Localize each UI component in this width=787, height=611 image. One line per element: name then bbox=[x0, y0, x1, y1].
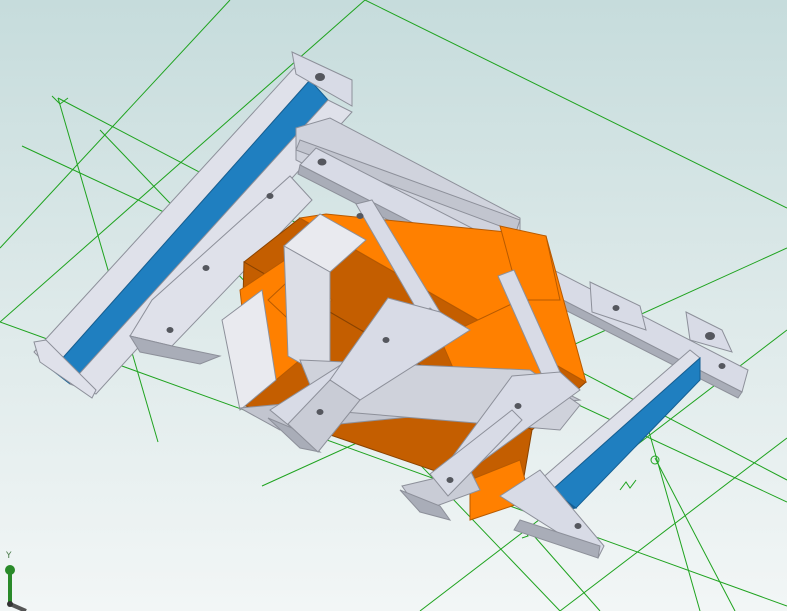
bolt-hole-icon bbox=[266, 193, 274, 199]
bolt-hole-icon bbox=[574, 523, 582, 529]
bolt-hole-icon bbox=[705, 332, 715, 340]
bolt-hole-icon bbox=[316, 409, 324, 415]
bolt-hole-icon bbox=[166, 327, 174, 333]
cad-viewport[interactable]: Y bbox=[0, 0, 787, 611]
bolt-hole-icon bbox=[356, 213, 364, 219]
bolt-hole-icon bbox=[612, 305, 620, 311]
bolt-hole-icon bbox=[317, 158, 327, 166]
bolt-hole-icon bbox=[382, 337, 390, 343]
assembly-scene[interactable] bbox=[0, 0, 787, 611]
bolt-hole-icon bbox=[202, 265, 210, 271]
coordinate-triad-icon[interactable]: Y bbox=[0, 548, 40, 611]
bolt-hole-icon bbox=[514, 403, 522, 409]
bolt-hole-icon bbox=[315, 73, 325, 81]
triad-y-label: Y bbox=[5, 551, 12, 561]
bolt-hole-icon bbox=[446, 477, 454, 483]
bolt-hole-icon bbox=[718, 363, 726, 369]
